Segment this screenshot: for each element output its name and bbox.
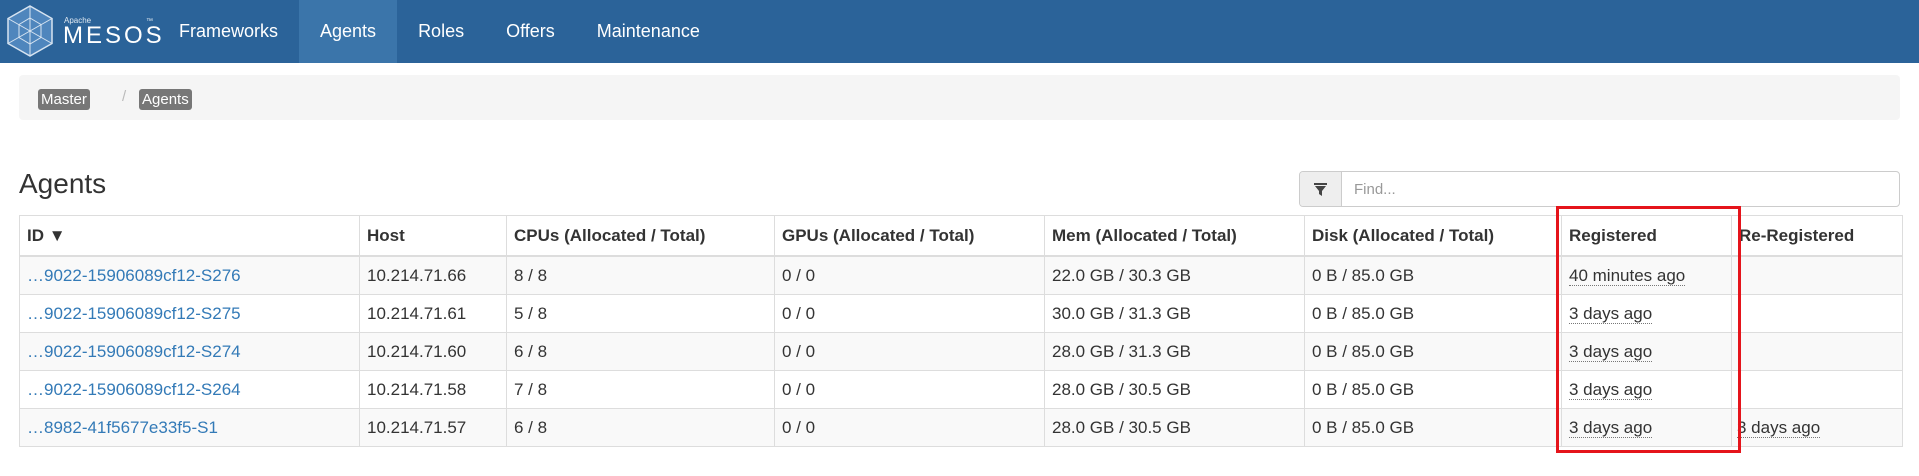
table-row: …9022-15906089cf12-S276 10.214.71.66 8 /… [19, 255, 1903, 295]
table-row: …8982-41f5677e33f5-S1 10.214.71.57 6 / 8… [19, 408, 1903, 447]
host-cell: 10.214.71.57 [359, 408, 507, 447]
disk-cell: 0 B / 85.0 GB [1304, 332, 1562, 371]
filter-box [1299, 171, 1916, 207]
col-cpus-header[interactable]: CPUs (Allocated / Total) [506, 215, 775, 257]
col-registered-header[interactable]: Registered [1561, 215, 1732, 257]
registered-time: 3 days ago [1569, 341, 1653, 362]
agent-id-cell: …9022-15906089cf12-S275 [19, 294, 360, 333]
table-header-row: ID ▼ Host CPUs (Allocated / Total) GPUs … [19, 215, 1903, 257]
registered-time: 3 days ago [1569, 379, 1653, 400]
cpus-cell: 7 / 8 [506, 370, 775, 409]
host-cell: 10.214.71.66 [359, 255, 507, 295]
disk-cell: 0 B / 85.0 GB [1304, 370, 1562, 409]
registered-cell: 3 days ago [1561, 294, 1732, 333]
registered-cell: 3 days ago [1561, 332, 1732, 371]
host-cell: 10.214.71.58 [359, 370, 507, 409]
breadcrumb-agents[interactable]: Agents [139, 89, 192, 110]
breadcrumb-separator: / [122, 88, 127, 105]
agent-id-cell: …9022-15906089cf12-S276 [19, 255, 360, 295]
gpus-cell: 0 / 0 [774, 370, 1045, 409]
col-disk-header[interactable]: Disk (Allocated / Total) [1304, 215, 1562, 257]
nav-frameworks[interactable]: Frameworks [158, 0, 299, 63]
brand-name: MESOS [63, 22, 165, 49]
nav-roles[interactable]: Roles [397, 0, 485, 63]
nav-maintenance[interactable]: Maintenance [576, 0, 721, 63]
reregistered-cell: 3 days ago [1731, 408, 1903, 447]
agent-id-link[interactable]: …9022-15906089cf12-S274 [27, 342, 241, 361]
cpus-cell: 6 / 8 [506, 408, 775, 447]
disk-cell: 0 B / 85.0 GB [1304, 408, 1562, 447]
agent-id-cell: …9022-15906089cf12-S264 [19, 370, 360, 409]
main-nav: Frameworks Agents Roles Offers Maintenan… [158, 0, 721, 63]
filter-icon [1314, 183, 1327, 196]
breadcrumb: Master / Agents [19, 75, 1900, 120]
registered-cell: 3 days ago [1561, 408, 1732, 447]
gpus-cell: 0 / 0 [774, 332, 1045, 371]
host-cell: 10.214.71.61 [359, 294, 507, 333]
registered-time: 3 days ago [1569, 303, 1653, 324]
reregistered-time: 3 days ago [1737, 417, 1821, 438]
registered-time: 3 days ago [1569, 417, 1653, 438]
col-gpus-header[interactable]: GPUs (Allocated / Total) [774, 215, 1045, 257]
agent-id-link[interactable]: …9022-15906089cf12-S264 [27, 380, 241, 399]
table-row: …9022-15906089cf12-S274 10.214.71.60 6 /… [19, 332, 1903, 371]
col-id-header[interactable]: ID ▼ [19, 215, 360, 257]
mesos-logo-icon [7, 5, 53, 57]
mem-cell: 28.0 GB / 31.3 GB [1044, 332, 1305, 371]
table-row: …9022-15906089cf12-S275 10.214.71.61 5 /… [19, 294, 1903, 333]
reregistered-cell [1731, 294, 1903, 333]
cpus-cell: 5 / 8 [506, 294, 775, 333]
brand-trademark: ™ [146, 18, 153, 25]
col-mem-header[interactable]: Mem (Allocated / Total) [1044, 215, 1305, 257]
reregistered-cell [1731, 332, 1903, 371]
mem-cell: 28.0 GB / 30.5 GB [1044, 408, 1305, 447]
brand-logo[interactable]: Apache MESOS ™ [6, 5, 162, 57]
nav-agents[interactable]: Agents [299, 0, 398, 63]
reregistered-cell [1731, 370, 1903, 409]
mem-cell: 28.0 GB / 30.5 GB [1044, 370, 1305, 409]
disk-cell: 0 B / 85.0 GB [1304, 255, 1562, 295]
top-navbar: Apache MESOS ™ Frameworks Agents Roles O… [0, 0, 1919, 63]
gpus-cell: 0 / 0 [774, 408, 1045, 447]
agent-id-cell: …9022-15906089cf12-S274 [19, 332, 360, 371]
gpus-cell: 0 / 0 [774, 255, 1045, 295]
reregistered-cell [1731, 255, 1903, 295]
disk-cell: 0 B / 85.0 GB [1304, 294, 1562, 333]
registered-cell: 3 days ago [1561, 370, 1732, 409]
host-cell: 10.214.71.60 [359, 332, 507, 371]
table-row: …9022-15906089cf12-S264 10.214.71.58 7 /… [19, 370, 1903, 409]
mem-cell: 30.0 GB / 31.3 GB [1044, 294, 1305, 333]
breadcrumb-master[interactable]: Master [38, 89, 90, 110]
col-reregistered-header[interactable]: Re-Registered [1731, 215, 1903, 257]
col-host-header[interactable]: Host [359, 215, 507, 257]
mem-cell: 22.0 GB / 30.3 GB [1044, 255, 1305, 295]
agent-id-link[interactable]: …9022-15906089cf12-S275 [27, 304, 241, 323]
agents-table: ID ▼ Host CPUs (Allocated / Total) GPUs … [19, 215, 1903, 447]
cpus-cell: 6 / 8 [506, 332, 775, 371]
agent-id-cell: …8982-41f5677e33f5-S1 [19, 408, 360, 447]
registered-time: 40 minutes ago [1569, 265, 1686, 286]
agent-id-link[interactable]: …9022-15906089cf12-S276 [27, 266, 241, 285]
filter-addon [1300, 172, 1342, 206]
find-input[interactable] [1342, 172, 1916, 206]
page-title: Agents [19, 168, 107, 199]
nav-offers[interactable]: Offers [485, 0, 576, 63]
agent-id-link[interactable]: …8982-41f5677e33f5-S1 [27, 418, 218, 437]
registered-cell: 40 minutes ago [1561, 255, 1732, 295]
cpus-cell: 8 / 8 [506, 255, 775, 295]
gpus-cell: 0 / 0 [774, 294, 1045, 333]
